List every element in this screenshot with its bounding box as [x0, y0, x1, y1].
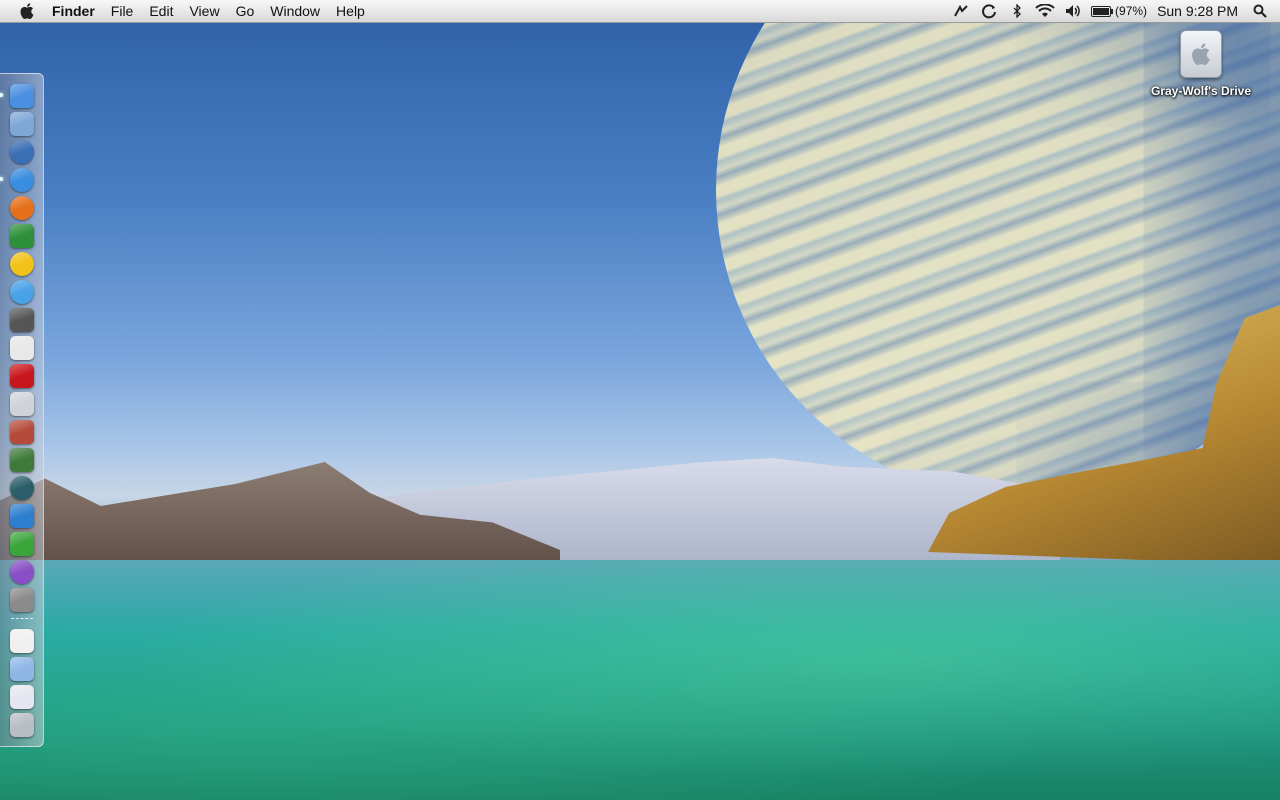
time-machine-icon[interactable]	[951, 0, 971, 22]
ical-icon	[9, 336, 34, 360]
safari-icon	[9, 168, 34, 192]
battery-gauge	[1091, 5, 1114, 17]
clock-app-icon	[9, 308, 34, 332]
chess-icon	[9, 448, 34, 472]
firefox-icon	[9, 196, 34, 220]
battery-fill	[1093, 7, 1109, 15]
volume-icon[interactable]	[1063, 0, 1083, 22]
ie-browser-icon	[9, 560, 34, 584]
yahoo-messenger-icon	[9, 252, 34, 276]
battery-icon[interactable]: (97%)	[1091, 4, 1147, 18]
dock-item-finder[interactable]	[0, 83, 36, 109]
documents-stack-icon	[9, 629, 34, 653]
wallpaper-water	[0, 560, 1280, 800]
menu-bar: Finder File Edit View Go Window Help (97…	[0, 0, 1280, 23]
cyberduck-icon	[9, 504, 34, 528]
dock-item-chess[interactable]	[8, 447, 36, 473]
dock-item-trash[interactable]	[8, 712, 36, 738]
dock-item-itunes[interactable]	[8, 279, 36, 305]
battery-percentage: (97%)	[1115, 4, 1148, 18]
system-preferences-icon	[9, 588, 34, 612]
menu-file[interactable]: File	[103, 0, 142, 22]
dock-item-thunderbird[interactable]	[8, 139, 36, 165]
dock-item-documents-stack[interactable]	[8, 628, 36, 654]
menu-finder[interactable]: Finder	[44, 0, 103, 22]
solitaire-icon	[9, 420, 34, 444]
dock-item-applications-folder[interactable]	[8, 656, 36, 682]
menu-window[interactable]: Window	[262, 0, 328, 22]
cricket-app-icon	[9, 532, 34, 556]
apple-menu-icon[interactable]	[16, 0, 38, 22]
dock-item-preview[interactable]	[8, 111, 36, 137]
dock-item-ipod-utility[interactable]	[8, 391, 36, 417]
ipod-utility-icon	[9, 392, 34, 416]
time-machine-icon	[9, 476, 34, 500]
dock-item-system-preferences[interactable]	[8, 587, 36, 613]
status-area: (97%) Sun 9:28 PM	[947, 0, 1280, 22]
menu-help[interactable]: Help	[328, 0, 373, 22]
thunderbird-icon	[9, 140, 34, 164]
bluetooth-icon[interactable]	[1007, 0, 1027, 22]
dock-item-cricket-app[interactable]	[8, 531, 36, 557]
menu-view[interactable]: View	[181, 0, 227, 22]
menu-clock[interactable]: Sun 9:28 PM	[1157, 3, 1238, 19]
dock-item-clock-app[interactable]	[8, 307, 36, 333]
dock-item-time-machine[interactable]	[8, 475, 36, 501]
dock-separator	[10, 618, 33, 623]
sync-icon[interactable]	[979, 0, 999, 22]
dock-item-photo-browser[interactable]	[8, 223, 36, 249]
menu-edit[interactable]: Edit	[141, 0, 181, 22]
wifi-icon[interactable]	[1035, 0, 1055, 22]
preview-icon	[9, 112, 34, 136]
photo-browser-icon	[9, 224, 34, 248]
finder-icon	[9, 84, 34, 108]
dock-item-firefox[interactable]	[8, 195, 36, 221]
desktop[interactable]	[0, 0, 1280, 800]
trash-icon	[9, 713, 34, 737]
dock-item-solitaire[interactable]	[8, 419, 36, 445]
dock-item-safari[interactable]	[0, 167, 36, 193]
downloads-stack-icon	[9, 685, 34, 709]
spotlight-icon[interactable]	[1250, 0, 1270, 22]
dock-item-downloads-stack[interactable]	[8, 684, 36, 710]
running-indicator	[0, 177, 3, 181]
dock-item-photo-booth[interactable]	[8, 363, 36, 389]
desktop-drive[interactable]: Gray-Wolf's Drive	[1140, 30, 1262, 98]
dock-item-cyberduck[interactable]	[8, 503, 36, 529]
itunes-icon	[9, 280, 34, 304]
running-indicator	[0, 93, 3, 97]
dock-item-ical[interactable]	[8, 335, 36, 361]
dock-item-ie-browser[interactable]	[8, 559, 36, 585]
applications-folder-icon	[9, 657, 34, 681]
menu-go[interactable]: Go	[228, 0, 263, 22]
photo-booth-icon	[9, 364, 34, 388]
hard-drive-icon[interactable]	[1180, 30, 1222, 78]
drive-label[interactable]: Gray-Wolf's Drive	[1151, 84, 1251, 98]
dock-item-yahoo-messenger[interactable]	[8, 251, 36, 277]
dock	[0, 73, 44, 747]
